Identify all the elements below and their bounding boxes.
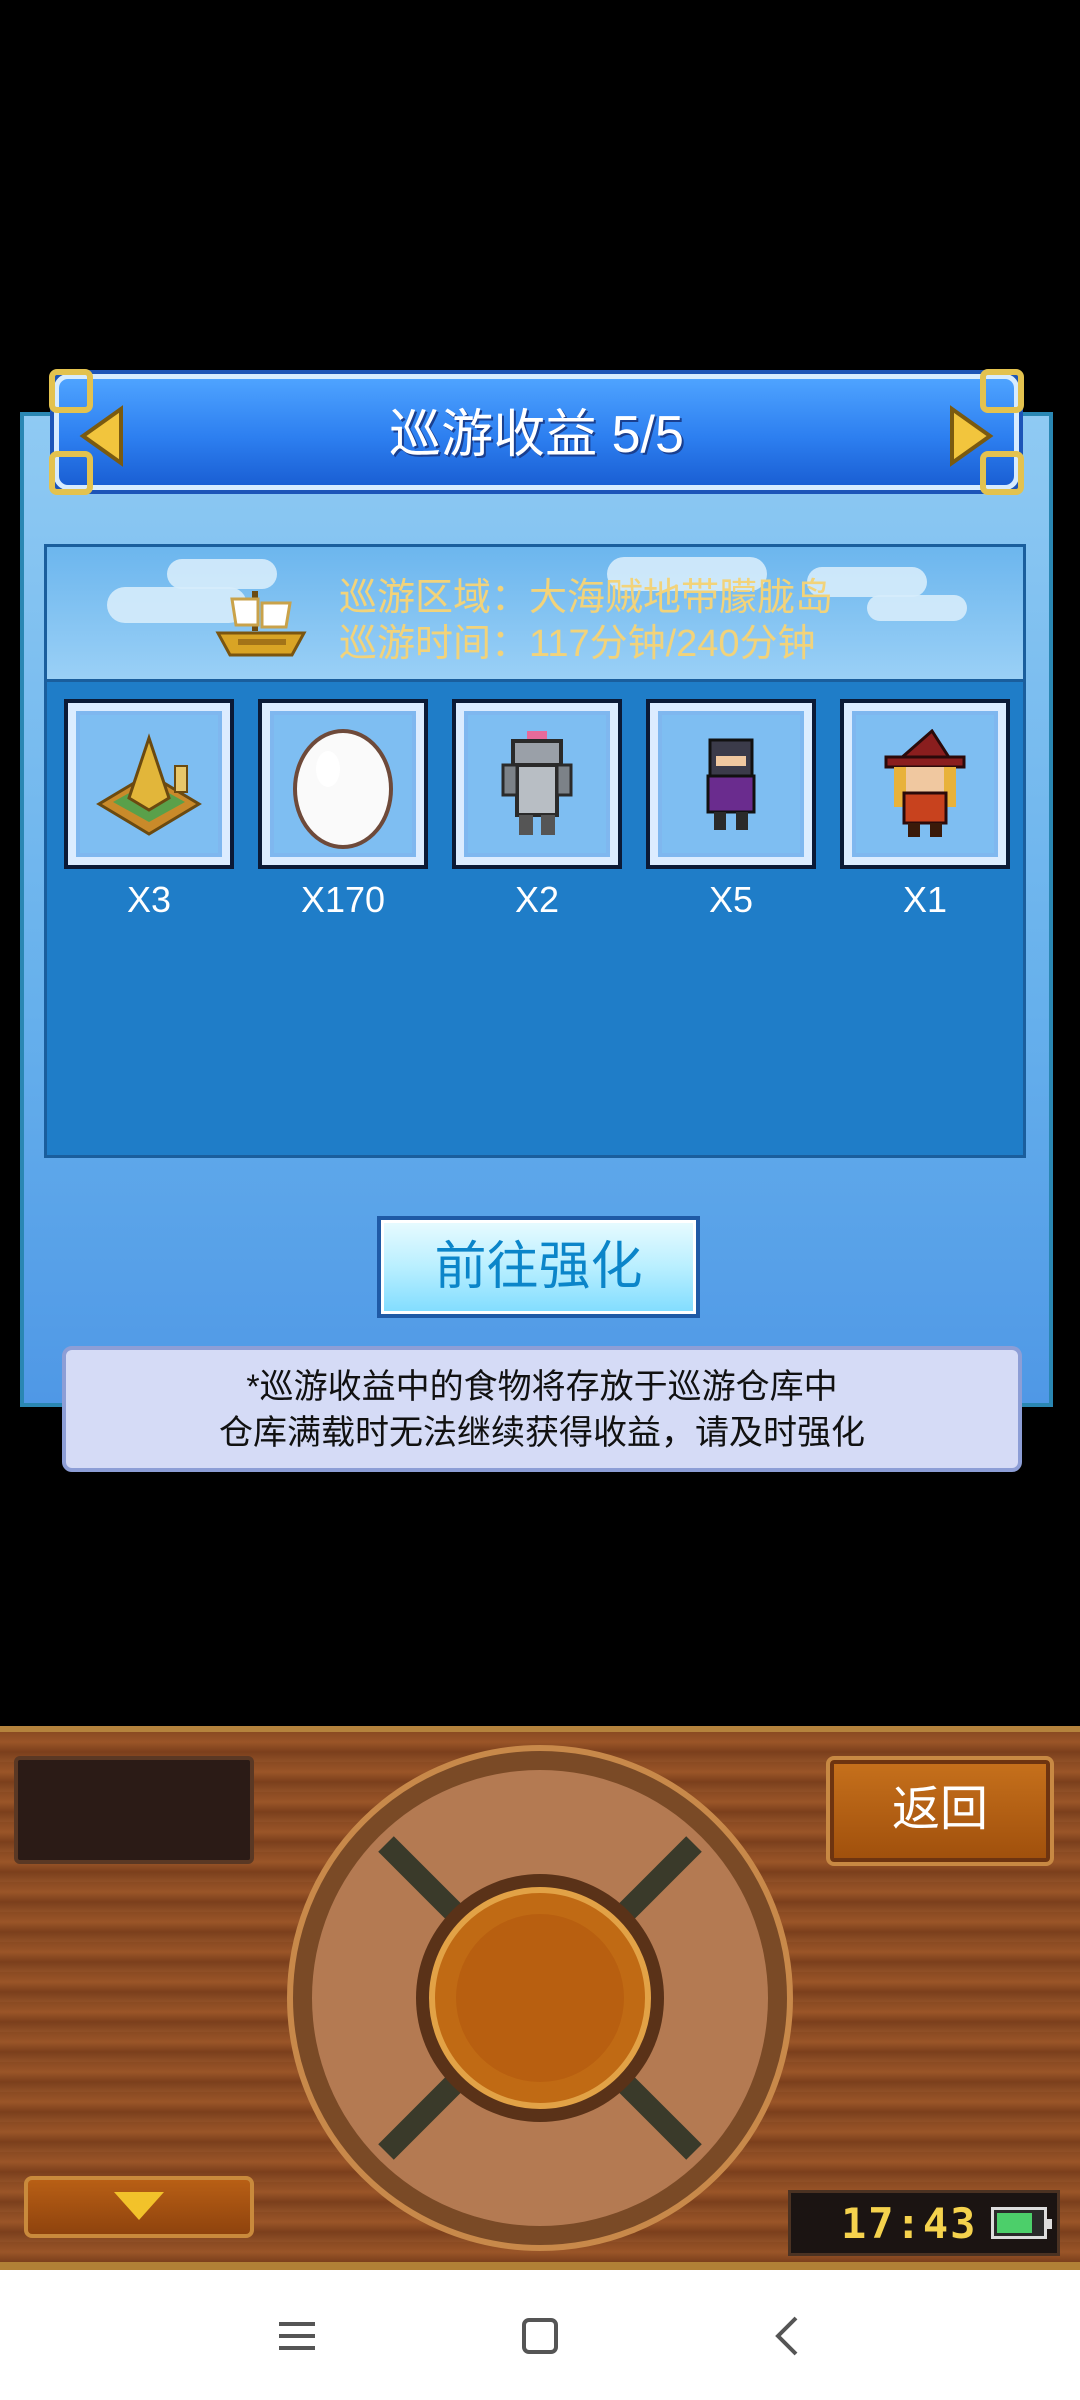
item-count: X3 [126,879,172,920]
dialog-title: 巡游收益 5/5 [389,406,684,464]
ninja-character-icon [706,738,756,830]
cruise-banner: 巡游区域：大海贼地带朦胧岛 巡游时间：117分钟/240分钟 [47,547,1023,682]
golden-pyramid-icon [96,733,202,836]
witch-character-icon [884,729,966,837]
reward-item[interactable]: X3 [64,699,234,921]
battery-icon [991,2207,1052,2239]
arrow-down-icon [114,2192,164,2220]
reward-item[interactable]: X2 [452,699,622,921]
dpad-control[interactable] [286,1744,794,2252]
next-arrow-button[interactable] [942,405,998,467]
reward-item[interactable]: X170 [258,699,428,921]
console-trim [0,2262,1080,2270]
battery-fill [997,2213,1032,2233]
cruise-time-text: 巡游时间：117分钟/240分钟 [339,623,816,665]
cruise-info: 巡游区域：大海贼地带朦胧岛 巡游时间：117分钟/240分钟 [339,575,833,667]
notice-line: *巡游收益中的食物将存放于巡游仓库中 [246,1368,838,1406]
notice-box: *巡游收益中的食物将存放于巡游仓库中 仓库满载时无法继续获得收益，请及时强化 [62,1346,1022,1472]
clock-time: 17:43 [841,2199,978,2248]
notice-line: 仓库满载时无法继续获得收益，请及时强化 [219,1414,865,1452]
reward-item[interactable]: X5 [646,699,816,921]
rewards-panel: 巡游区域：大海贼地带朦胧岛 巡游时间：117分钟/240分钟 X3 X170 X… [44,544,1026,1158]
arrow-right-icon [950,405,994,467]
ship-icon [215,591,307,657]
clock-display: 17:43 [788,2190,1060,2256]
back-nav-icon[interactable] [764,2312,812,2360]
egg-icon [293,729,393,849]
down-button[interactable] [24,2176,254,2238]
system-nav-bar [0,2270,1080,2400]
menu-icon[interactable] [273,2312,321,2360]
title-bar: 巡游收益 5/5 [49,369,1024,495]
cruise-area-text: 巡游区域：大海贼地带朦胧岛 [339,577,834,619]
item-count: X170 [300,879,386,920]
home-icon[interactable] [516,2312,564,2360]
back-button[interactable]: 返回 [826,1756,1054,1866]
item-count: X2 [514,879,560,920]
go-upgrade-button[interactable]: 前往强化 [377,1216,700,1318]
reward-item[interactable]: X1 [840,699,1010,921]
item-count: X5 [708,879,754,920]
item-count: X1 [902,879,948,920]
armor-icon [501,731,573,835]
console-display [14,1756,254,1864]
